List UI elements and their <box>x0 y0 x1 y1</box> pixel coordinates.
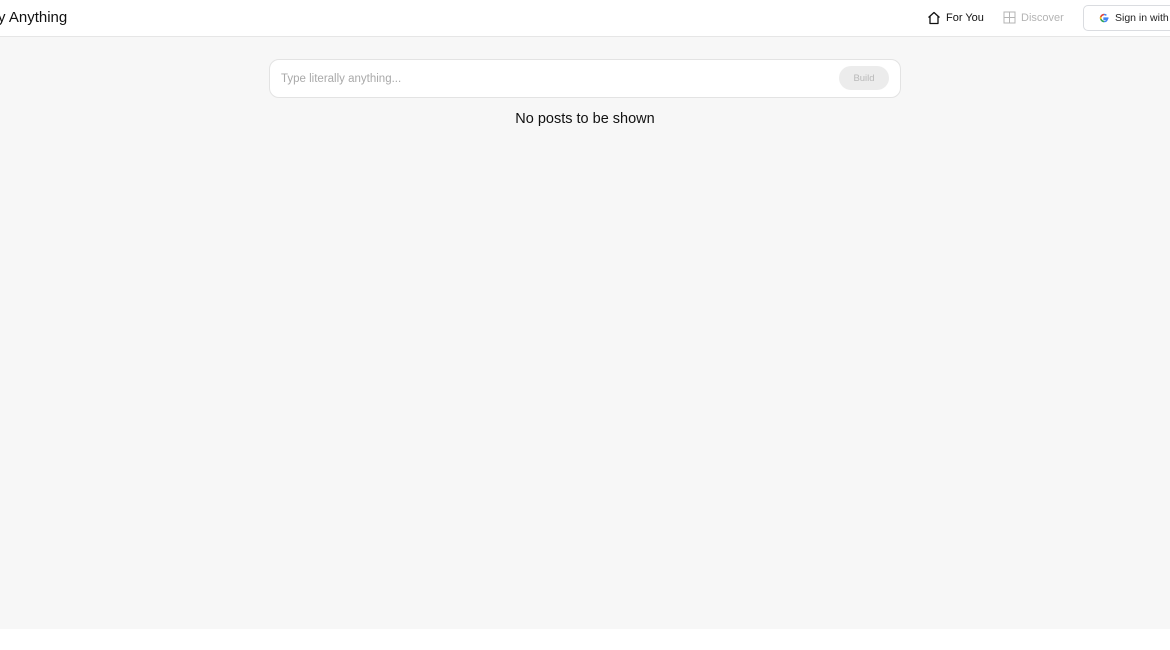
prompt-input[interactable] <box>281 69 821 89</box>
google-icon <box>1099 13 1109 23</box>
google-signin-button[interactable]: Sign in with G <box>1083 5 1170 31</box>
nav-discover-label: Discover <box>1021 11 1064 24</box>
grid-icon <box>1003 11 1016 24</box>
app-title[interactable]: ally Anything <box>0 9 67 26</box>
home-icon <box>928 11 940 25</box>
nav-for-you-label: For You <box>946 12 984 24</box>
build-button[interactable]: Build <box>839 66 889 90</box>
main-content: Build No posts to be shown <box>0 37 1170 629</box>
empty-feed-message: No posts to be shown <box>515 111 655 127</box>
nav-discover[interactable]: Discover <box>1003 11 1064 24</box>
top-header: ally Anything For You Discover Sign in w… <box>0 0 1170 37</box>
prompt-composer: Build <box>269 59 901 98</box>
signin-label: Sign in with G <box>1115 12 1170 24</box>
nav-for-you[interactable]: For You <box>927 11 984 25</box>
